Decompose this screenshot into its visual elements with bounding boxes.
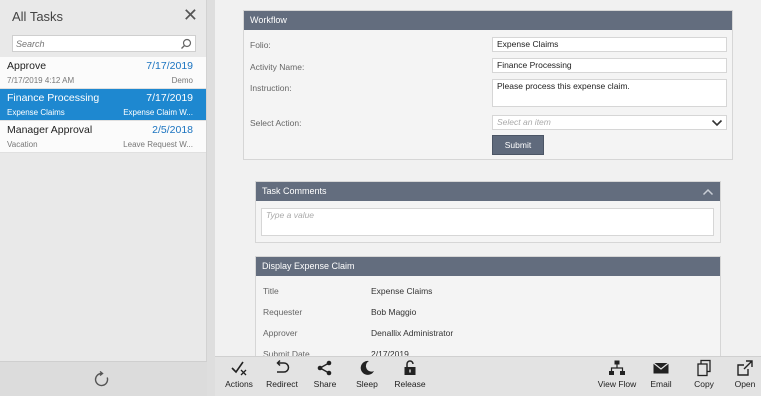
claim-value: Expense Claims (371, 286, 433, 296)
task-sub-right: Leave Request W... (123, 140, 193, 149)
open-label: Open (734, 379, 756, 389)
release-label: Release (394, 379, 426, 389)
redirect-icon (276, 359, 290, 373)
sleep-button[interactable]: Sleep (353, 359, 381, 395)
search-box[interactable] (12, 35, 196, 52)
select-action-placeholder: Select an item (497, 117, 551, 127)
claim-label: Requester (263, 307, 303, 317)
folio-field[interactable]: Expense Claims (492, 37, 727, 52)
task-name: Approve (7, 60, 47, 72)
task-list-footer (0, 361, 207, 396)
task-comments-input[interactable]: Type a value (261, 208, 714, 236)
task-item-selected[interactable]: Finance Processing 7/17/2019 Expense Cla… (0, 89, 206, 121)
search-input[interactable] (16, 37, 176, 50)
workflow-panel: Workflow Folio: Expense Claims Activity … (243, 10, 733, 160)
release-button[interactable]: Release (393, 359, 427, 395)
task-list-title: All Tasks (12, 9, 64, 24)
close-icon[interactable]: ✕ (183, 5, 198, 25)
task-name: Manager Approval (7, 124, 93, 136)
task-date: 2/5/2018 (152, 124, 193, 136)
share-button[interactable]: Share (310, 359, 340, 395)
workflow-header: Workflow (244, 11, 732, 30)
task-sub: Expense Claims (7, 108, 65, 117)
folio-label: Folio: (250, 40, 271, 50)
submit-button[interactable]: Submit (492, 135, 544, 155)
task-sub: 7/17/2019 4:12 AM (7, 76, 75, 85)
expense-claim-panel: Display Expense Claim Title Expense Clai… (255, 256, 721, 366)
chevron-down-icon[interactable] (711, 118, 723, 128)
select-action-dropdown[interactable]: Select an item (492, 115, 727, 130)
actions-button[interactable]: Actions (223, 359, 255, 395)
pane-divider[interactable] (207, 0, 215, 396)
open-external-icon (737, 360, 753, 376)
task-list-pane: All Tasks ✕ Approve 7/17/2019 7/17/2019 … (0, 0, 207, 396)
expense-claim-header: Display Expense Claim (256, 257, 720, 276)
task-name: Finance Processing (7, 92, 100, 104)
refresh-icon[interactable] (93, 371, 110, 388)
task-item[interactable]: Approve 7/17/2019 7/17/2019 4:12 AM Demo (0, 57, 206, 89)
action-toolbar: Actions Redirect Share Sleep Release Vie… (215, 356, 761, 396)
main-form-area: Workflow Folio: Expense Claims Activity … (215, 0, 761, 366)
task-date: 7/17/2019 (146, 92, 193, 104)
activity-name-label: Activity Name: (250, 62, 305, 72)
task-sub-right: Expense Claim W... (123, 108, 193, 117)
sleep-label: Sleep (356, 379, 378, 389)
task-list-header: All Tasks ✕ (0, 0, 207, 34)
copy-icon (697, 359, 711, 377)
redirect-button[interactable]: Redirect (263, 359, 301, 395)
task-comments-panel: Task Comments Type a value (255, 181, 721, 243)
claim-value: Bob Maggio (371, 307, 417, 317)
redirect-label: Redirect (266, 379, 298, 389)
task-date: 7/17/2019 (146, 60, 193, 72)
open-button[interactable]: Open (732, 359, 758, 395)
email-label: Email (650, 379, 672, 389)
share-icon (317, 360, 332, 376)
copy-button[interactable]: Copy (691, 359, 717, 395)
search-icon[interactable] (180, 38, 192, 50)
instruction-label: Instruction: (250, 83, 292, 93)
share-label: Share (313, 379, 337, 389)
envelope-icon (653, 362, 669, 374)
task-sub-right: Demo (171, 76, 193, 85)
claim-label: Title (263, 286, 279, 296)
task-comments-header: Task Comments (256, 182, 720, 201)
claim-label: Approver (263, 328, 298, 338)
task-item[interactable]: Manager Approval 2/5/2018 Vacation Leave… (0, 121, 206, 153)
task-sub: Vacation (7, 140, 38, 149)
activity-name-field[interactable]: Finance Processing (492, 58, 727, 73)
instruction-field[interactable]: Please process this expense claim. (492, 79, 727, 107)
view-flow-button[interactable]: View Flow (595, 359, 639, 395)
chevron-up-icon[interactable] (702, 187, 714, 197)
moon-icon (360, 360, 374, 375)
select-action-label: Select Action: (250, 118, 302, 128)
copy-label: Copy (694, 379, 714, 389)
unlock-icon (404, 360, 416, 375)
view-flow-icon (609, 360, 625, 375)
claim-value: Denallix Administrator (371, 328, 454, 338)
email-button[interactable]: Email (647, 359, 675, 395)
actions-label: Actions (225, 379, 253, 389)
checkmark-list-icon (231, 361, 247, 376)
view-flow-label: View Flow (597, 379, 637, 389)
